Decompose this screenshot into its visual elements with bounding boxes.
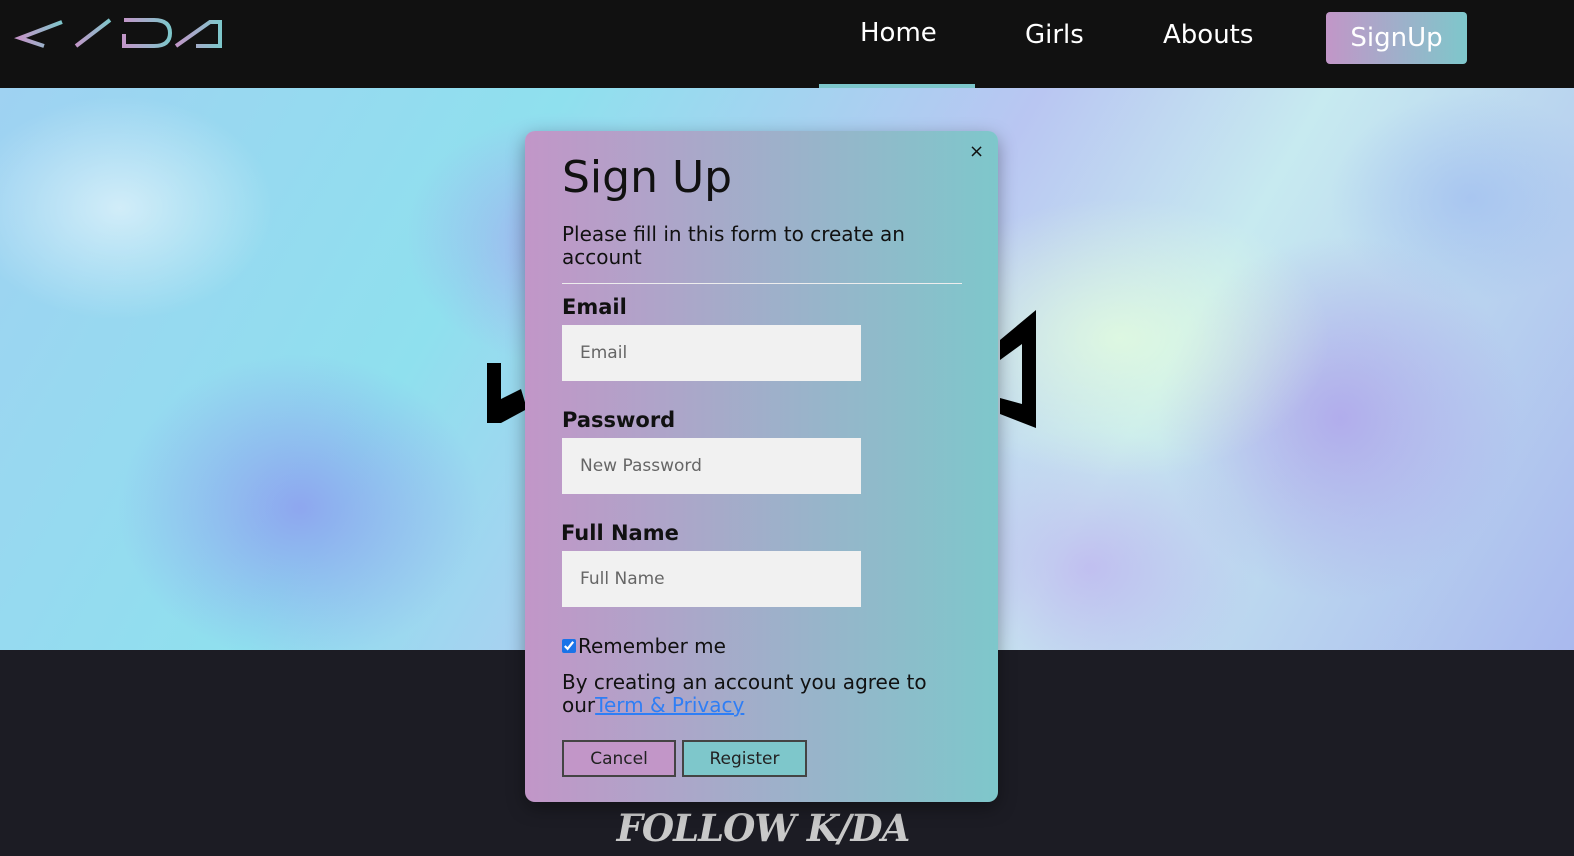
- nav-abouts-link[interactable]: Abouts: [1163, 20, 1253, 50]
- cancel-button[interactable]: Cancel: [562, 740, 676, 777]
- footer-follow-title: FOLLOW K/DA: [616, 806, 911, 850]
- email-label: Email: [562, 295, 627, 319]
- remember-me-label: Remember me: [578, 634, 726, 658]
- nav-girls-link[interactable]: Girls: [1025, 20, 1084, 50]
- nav-signup-button[interactable]: SignUp: [1326, 12, 1467, 64]
- email-field[interactable]: [562, 325, 861, 381]
- hero-logo-fragment-left: [487, 363, 527, 423]
- modal-subtitle: Please fill in this form to create an ac…: [562, 222, 905, 269]
- register-button[interactable]: Register: [682, 740, 807, 777]
- remember-me-checkbox[interactable]: [562, 639, 576, 653]
- signup-modal: × Sign Up Please fill in this form to cr…: [525, 131, 998, 802]
- kda-logo[interactable]: [14, 16, 224, 50]
- full-name-field[interactable]: [562, 551, 861, 607]
- close-icon[interactable]: ×: [969, 141, 984, 162]
- top-nav: Home Girls Abouts SignUp: [0, 0, 1574, 88]
- modal-title: Sign Up: [562, 152, 733, 203]
- password-label: Password: [562, 408, 676, 432]
- terms-text: By creating an account you agree to ourT…: [562, 671, 962, 717]
- terms-privacy-link[interactable]: Term & Privacy: [595, 693, 744, 717]
- nav-home-link[interactable]: Home: [860, 18, 937, 48]
- remember-me-row: Remember me: [562, 634, 726, 658]
- divider: [562, 283, 962, 284]
- full-name-label: Full Name: [561, 521, 679, 545]
- password-field[interactable]: [562, 438, 861, 494]
